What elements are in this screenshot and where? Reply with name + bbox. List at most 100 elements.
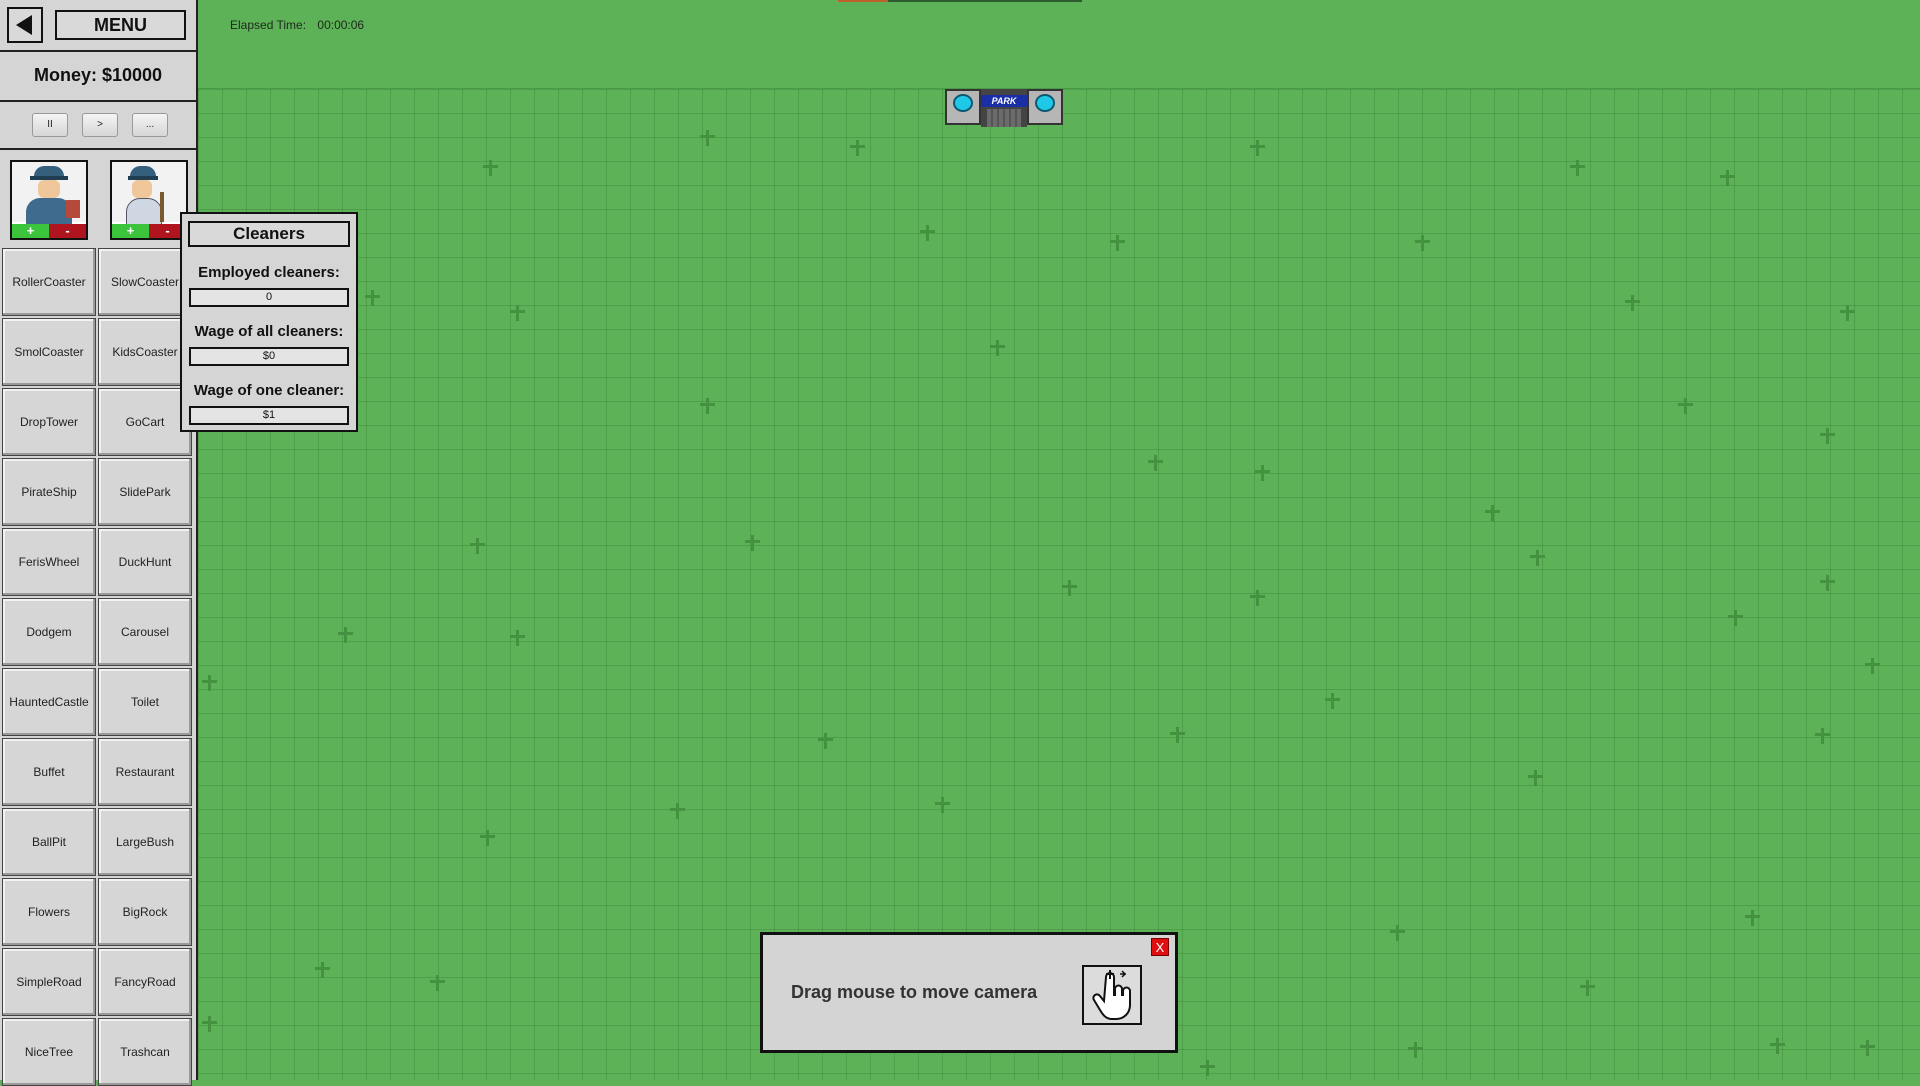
grass-tuft (698, 398, 716, 414)
grass-tuft (668, 803, 686, 819)
build-item-pirateship[interactable]: PirateShip (2, 458, 96, 526)
grass-tuft (200, 675, 218, 691)
close-button[interactable]: X (1151, 938, 1169, 956)
menu-button[interactable]: MENU (55, 10, 186, 40)
build-item-trashcan[interactable]: Trashcan (98, 1018, 192, 1086)
build-item-feriswheel[interactable]: FerisWheel (2, 528, 96, 596)
grass-tuft (481, 160, 499, 176)
wage-one-cleaner-value: $1 (189, 406, 349, 425)
grass-tuft (1838, 305, 1856, 321)
build-item-kidscoaster[interactable]: KidsCoaster (98, 318, 192, 386)
build-item-ballpit[interactable]: BallPit (2, 808, 96, 876)
pause-button[interactable]: II (32, 113, 68, 137)
grass-tuft (1108, 235, 1126, 251)
back-button[interactable] (7, 7, 43, 43)
build-item-buffet[interactable]: Buffet (2, 738, 96, 806)
grass-tuft (1323, 693, 1341, 709)
grass-tuft (1858, 1040, 1876, 1056)
cleaners-panel: Cleaners Employed cleaners: 0 Wage of al… (180, 212, 358, 432)
build-item-droptower[interactable]: DropTower (2, 388, 96, 456)
grass-tuft (743, 535, 761, 551)
grass-tuft (1813, 728, 1831, 744)
build-item-toilet[interactable]: Toilet (98, 668, 192, 736)
grass-tuft (1406, 1042, 1424, 1058)
grass-tuft (1578, 980, 1596, 996)
hire-cleaner-button[interactable]: + (112, 224, 149, 238)
build-item-restaurant[interactable]: Restaurant (98, 738, 192, 806)
grass-tuft (1623, 295, 1641, 311)
grass-tuft (468, 538, 486, 554)
build-item-nicetree[interactable]: NiceTree (2, 1018, 96, 1086)
grass-tuft (1818, 428, 1836, 444)
employed-cleaners-label: Employed cleaners: (198, 264, 340, 281)
grass-tuft (428, 975, 446, 991)
hand-drag-icon (1082, 965, 1142, 1025)
grass-tuft (1768, 1038, 1786, 1054)
elapsed-time: Elapsed Time: 00:00:06 (230, 18, 372, 32)
grass-tuft (508, 630, 526, 646)
park-map[interactable] (198, 0, 1920, 1080)
grass-tuft (313, 962, 331, 978)
grass-tuft (1253, 465, 1271, 481)
fast-forward-button[interactable]: ... (132, 113, 168, 137)
elapsed-time-value: 00:00:06 (317, 18, 365, 32)
build-item-carousel[interactable]: Carousel (98, 598, 192, 666)
grass-tuft (1248, 140, 1266, 156)
wage-all-cleaners-value: $0 (189, 347, 349, 366)
grass-tuft (1743, 910, 1761, 926)
wage-one-cleaner-label: Wage of one cleaner: (193, 382, 345, 399)
grass-tuft (1483, 505, 1501, 521)
cleaner-card[interactable]: + - (110, 160, 188, 240)
grass-tuft (336, 627, 354, 643)
divider (0, 148, 198, 150)
grass-tuft (1146, 455, 1164, 471)
map-top-band (198, 0, 1920, 89)
grass-tuft (698, 130, 716, 146)
build-item-slowcoaster[interactable]: SlowCoaster (98, 248, 192, 316)
grass-tuft (1818, 575, 1836, 591)
build-item-slidepark[interactable]: SlidePark (98, 458, 192, 526)
tutorial-dialog: X Drag mouse to move camera (760, 932, 1178, 1053)
fire-mechanic-button[interactable]: - (49, 224, 86, 238)
build-item-smolcoaster[interactable]: SmolCoaster (2, 318, 96, 386)
employed-cleaners-value: 0 (189, 288, 349, 307)
grass-tuft (1198, 1060, 1216, 1076)
gate-door (987, 109, 1021, 127)
grass-tuft (1718, 170, 1736, 186)
grass-tuft (1726, 610, 1744, 626)
grass-tuft (1248, 590, 1266, 606)
tutorial-text: Drag mouse to move camera (791, 982, 1038, 1002)
lamp-icon (953, 94, 973, 112)
top-strip (838, 0, 1082, 2)
grass-tuft (508, 305, 526, 321)
build-item-fancyroad[interactable]: FancyRoad (98, 948, 192, 1016)
park-sign: PARK (981, 95, 1027, 107)
build-item-hauntedcastle[interactable]: HauntedCastle (2, 668, 96, 736)
hire-mechanic-button[interactable]: + (12, 224, 49, 238)
grass-tuft (816, 733, 834, 749)
build-sidebar: MENU Money: $10000 II > ... + - + - Roll… (0, 0, 198, 1086)
build-item-duckhunt[interactable]: DuckHunt (98, 528, 192, 596)
elapsed-time-label: Elapsed Time: (230, 18, 307, 32)
mechanic-card[interactable]: + - (10, 160, 88, 240)
grass-tuft (1168, 727, 1186, 743)
build-item-rollercoaster[interactable]: RollerCoaster (2, 248, 96, 316)
build-item-gocart[interactable]: GoCart (98, 388, 192, 456)
build-item-simpleroad[interactable]: SimpleRoad (2, 948, 96, 1016)
grass-tuft (933, 797, 951, 813)
grass-tuft (1413, 235, 1431, 251)
build-item-largebush[interactable]: LargeBush (98, 808, 192, 876)
cleaner-icon (112, 162, 186, 226)
speed-controls: II > ... (0, 102, 196, 146)
build-item-bigrock[interactable]: BigRock (98, 878, 192, 946)
grass-tuft (1388, 925, 1406, 941)
play-button[interactable]: > (82, 113, 118, 137)
build-item-dodgem[interactable]: Dodgem (2, 598, 96, 666)
park-entrance-gate[interactable]: PARK (945, 89, 1063, 127)
grass-tuft (1060, 580, 1078, 596)
grass-tuft (918, 225, 936, 241)
build-item-flowers[interactable]: Flowers (2, 878, 96, 946)
grass-tuft (1526, 770, 1544, 786)
gate-tower-right (1027, 89, 1063, 125)
wage-all-cleaners-label: Wage of all cleaners: (194, 323, 344, 340)
